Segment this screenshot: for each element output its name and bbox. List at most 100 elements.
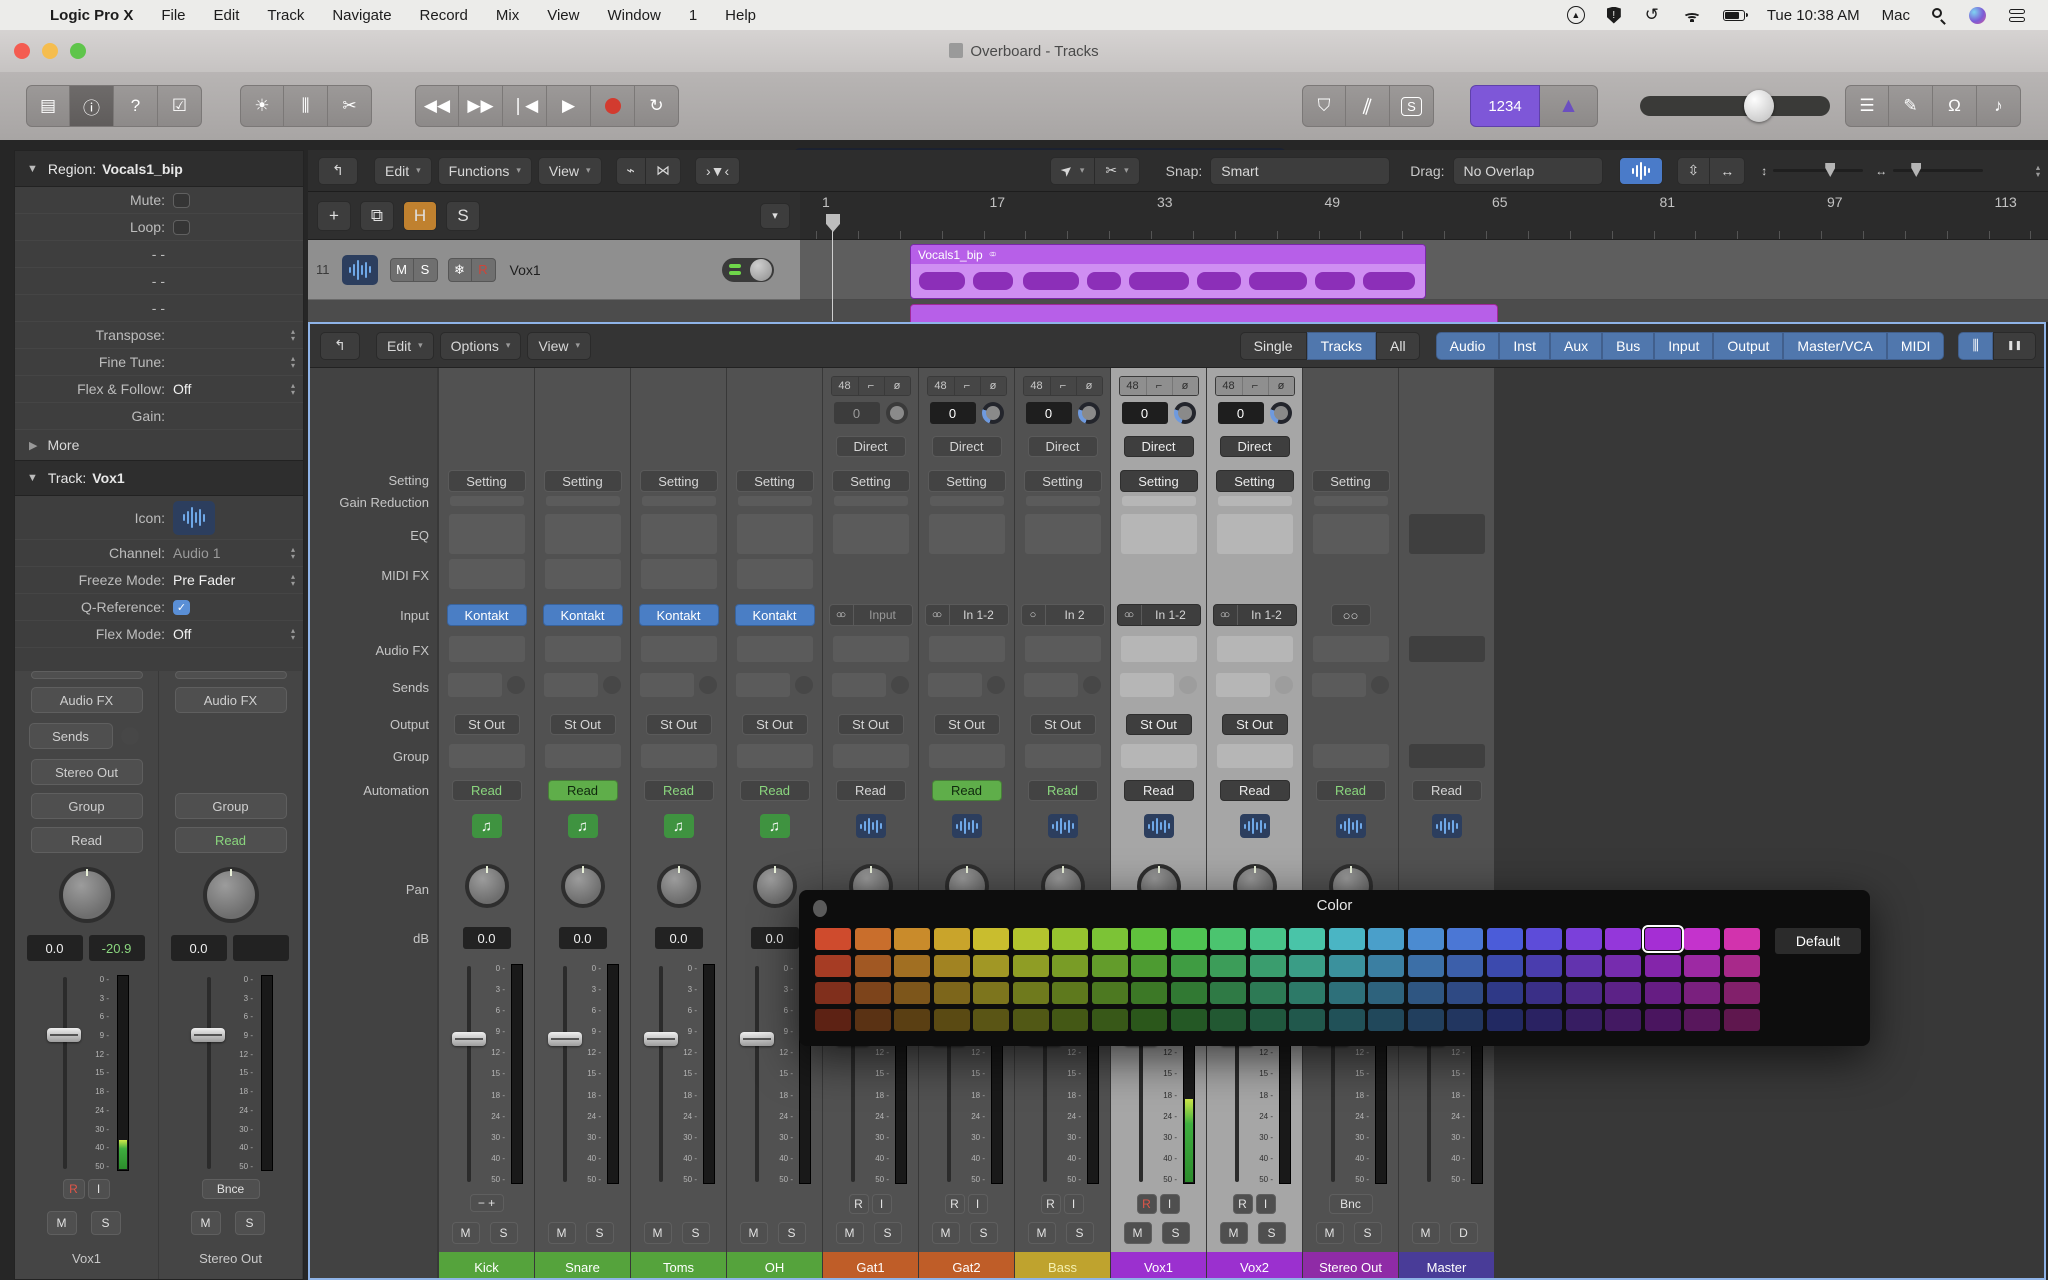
audio-fx-slot[interactable]: Audio FX (175, 687, 287, 713)
color-swatch[interactable] (1566, 955, 1602, 977)
automation-mode-button[interactable]: Read (1316, 780, 1386, 801)
color-swatch[interactable] (1605, 982, 1641, 1004)
bounce-button[interactable]: Bnc (1329, 1194, 1373, 1214)
color-swatch[interactable] (934, 928, 970, 950)
color-swatch[interactable] (1566, 1009, 1602, 1031)
channel-strip-gat1[interactable]: 48⌐ø0DirectSetting○○InputSt OutRead0.00 … (823, 368, 918, 1280)
send-knob[interactable] (1371, 676, 1389, 694)
sends-slot[interactable] (736, 673, 814, 697)
region-partial[interactable] (910, 304, 1498, 322)
channel-name[interactable]: Bass (1015, 1252, 1110, 1280)
group-slot[interactable] (737, 744, 813, 768)
color-swatch[interactable] (1408, 1009, 1444, 1031)
color-swatch[interactable] (1092, 1009, 1128, 1031)
automation-button[interactable]: ⌁ (616, 157, 646, 185)
menu-item-file[interactable]: File (161, 7, 185, 24)
channel-name[interactable]: Master (1399, 1252, 1494, 1280)
sends-slot[interactable] (448, 673, 526, 697)
input-gain-value[interactable]: 0 (930, 402, 976, 424)
automation-mode-button[interactable]: Read (1220, 780, 1290, 801)
filter-output[interactable]: Output (1713, 332, 1783, 360)
region-more-row[interactable]: ▶ More (15, 430, 303, 460)
input-slot[interactable]: ○In 2 (1021, 604, 1105, 626)
group-slot[interactable] (1217, 744, 1293, 768)
pointer-tool-button[interactable]: ➤▾ (1050, 157, 1095, 185)
setting-button[interactable]: Setting (1216, 470, 1294, 492)
audio-fx-slot[interactable] (449, 636, 525, 662)
solo-button[interactable]: S (970, 1222, 998, 1244)
midi-fx-slot[interactable] (449, 559, 525, 589)
input-gain-knob[interactable] (1078, 402, 1100, 424)
color-swatch[interactable] (1210, 955, 1246, 977)
setting-button[interactable]: Setting (448, 470, 526, 492)
send-knob[interactable] (891, 676, 909, 694)
record-enable-button[interactable]: R (945, 1194, 965, 1214)
output-slot[interactable]: Stereo Out (31, 759, 143, 785)
color-swatch[interactable] (1605, 955, 1641, 977)
track-inspector-header[interactable]: ▼ Track:Vox1 (15, 460, 303, 496)
channel-fader[interactable]: 0 -3 -6 -9 -12 -15 -18 -24 -30 -40 -50 - (539, 962, 627, 1186)
setting-button[interactable]: Setting (928, 470, 1006, 492)
inspector-button[interactable]: ⓘ (70, 85, 114, 127)
color-swatch[interactable] (1250, 955, 1286, 977)
volume-value[interactable]: 0.0 (751, 927, 799, 949)
audio-fx-slot[interactable] (641, 636, 717, 662)
time-machine-icon[interactable]: ↺ (1643, 6, 1661, 24)
input-slot[interactable]: ○○In 1-2 (1213, 604, 1297, 626)
menu-user[interactable]: Mac (1882, 7, 1910, 24)
send-knob[interactable] (121, 727, 139, 745)
midi-fx-slot[interactable] (737, 559, 813, 589)
master-volume-slider[interactable] (1640, 96, 1830, 116)
filter-audio[interactable]: Audio (1436, 332, 1500, 360)
color-swatch[interactable] (1250, 1009, 1286, 1031)
region-stepper[interactable]: ▴▾ (291, 382, 295, 396)
filter-aux[interactable]: Aux (1550, 332, 1602, 360)
region-stepper[interactable]: ▴▾ (291, 328, 295, 342)
direct-monitoring-button[interactable]: Direct (1124, 436, 1194, 457)
setting-button[interactable]: Setting (832, 470, 910, 492)
group-slot[interactable]: Group (31, 793, 143, 819)
color-swatch[interactable] (934, 1009, 970, 1031)
color-swatch[interactable] (1368, 1009, 1404, 1031)
pan-knob[interactable] (753, 864, 797, 908)
battery-icon[interactable] (1723, 10, 1745, 21)
eq-slot[interactable] (1313, 514, 1389, 554)
record-enable-button[interactable]: R (1233, 1194, 1253, 1214)
color-swatch[interactable] (1329, 955, 1365, 977)
color-swatch[interactable] (815, 955, 851, 977)
pan-knob[interactable] (465, 864, 509, 908)
automation-mode-button[interactable]: Read (1028, 780, 1098, 801)
color-swatch[interactable] (1092, 955, 1128, 977)
color-swatch[interactable] (1684, 955, 1720, 977)
solo-button[interactable]: S (1258, 1222, 1286, 1244)
channel-fader[interactable]: 0 -3 -6 -9 -12 -15 -18 -24 -30 -40 -50 - (23, 973, 147, 1173)
pan-knob[interactable] (657, 864, 701, 908)
editors-button[interactable]: ✂ (328, 85, 372, 127)
color-swatch[interactable] (1171, 1009, 1207, 1031)
direct-monitoring-button[interactable]: Direct (932, 436, 1002, 457)
color-swatch[interactable] (973, 928, 1009, 950)
color-swatch[interactable] (1329, 982, 1365, 1004)
dim-button[interactable]: D (1450, 1222, 1478, 1244)
mute-button[interactable]: M (644, 1222, 672, 1244)
group-slot[interactable] (929, 744, 1005, 768)
direct-monitoring-button[interactable]: Direct (1220, 436, 1290, 457)
channel-name[interactable]: Vox1 (1111, 1252, 1206, 1280)
input-gain-value[interactable]: 0 (1122, 402, 1168, 424)
mute-button[interactable]: M (932, 1222, 960, 1244)
input-monitor-button[interactable]: I (1064, 1194, 1084, 1214)
audio-fx-slot[interactable] (737, 636, 813, 662)
track-icon-well[interactable] (173, 501, 215, 535)
input-slot[interactable]: Kontakt (543, 604, 623, 626)
color-swatch[interactable] (1092, 982, 1128, 1004)
metronome-button[interactable]: ▲ (1540, 85, 1598, 127)
eq-slot[interactable] (449, 514, 525, 554)
channel-name[interactable]: Vox2 (1207, 1252, 1302, 1280)
automation-mode-button[interactable]: Read (1124, 780, 1194, 801)
color-swatch[interactable] (1210, 928, 1246, 950)
inspector-strip-stereo-out[interactable]: Audio FXGroupRead0.00 -3 -6 -9 -12 -15 -… (159, 671, 303, 1279)
track-sort-dropdown[interactable]: ▾ (760, 203, 790, 229)
color-swatch[interactable] (855, 955, 891, 977)
waveform-zoom-button[interactable] (1619, 157, 1663, 185)
eq-slot[interactable] (929, 514, 1005, 554)
